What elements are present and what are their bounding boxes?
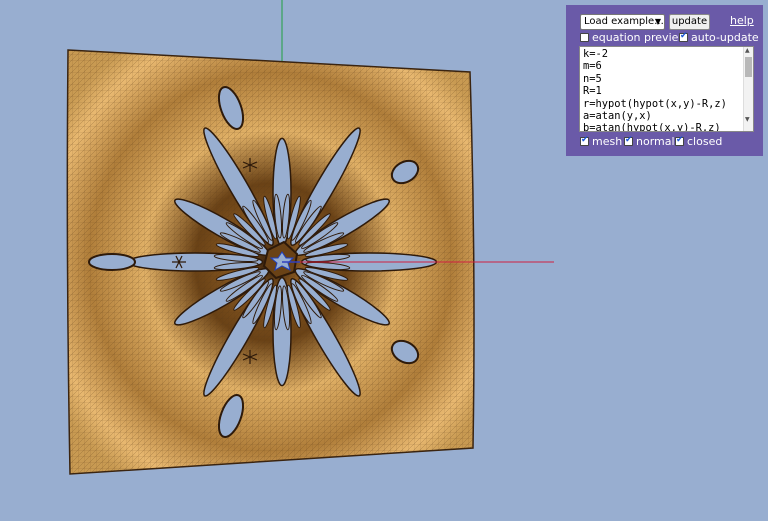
closed-toggle[interactable]: closed [675,135,722,148]
normal-checkbox[interactable] [624,135,633,146]
equation-preview-toggle[interactable]: equation preview [580,31,687,44]
scroll-down-icon[interactable]: ▼ [745,116,750,123]
normal-toggle[interactable]: normal [624,135,675,148]
auto-update-toggle[interactable]: auto-update [679,31,759,44]
scroll-thumb[interactable] [745,57,752,77]
auto-update-label: auto-update [691,31,759,44]
mesh-label: mesh [592,135,623,148]
load-example-label: Load example... [584,16,664,27]
update-button[interactable]: update [669,14,710,30]
chevron-down-icon: ▼ [654,17,661,26]
help-link[interactable]: help [730,14,754,27]
scroll-up-icon[interactable]: ▲ [745,47,750,54]
equation-text[interactable]: k=-2 m=6 n=5 R=1 r=hypot(hypot(x,y)-R,z)… [583,48,727,131]
equation-preview-label: equation preview [592,31,688,44]
mesh-checkbox[interactable] [580,135,589,146]
normal-label: normal [636,135,675,148]
editor-scrollbar[interactable]: ▲ ▼ [743,47,753,131]
mesh-toggle[interactable]: mesh [580,135,622,148]
closed-checkbox[interactable] [675,135,684,146]
closed-label: closed [687,135,723,148]
load-example-select[interactable]: Load example... ▼ [580,14,665,30]
control-panel: Load example... ▼ update help equation p… [566,5,763,156]
equation-editor[interactable]: k=-2 m=6 n=5 R=1 r=hypot(hypot(x,y)-R,z)… [579,46,754,132]
equation-preview-checkbox[interactable] [580,33,589,42]
checkmark-icon[interactable] [679,31,688,42]
